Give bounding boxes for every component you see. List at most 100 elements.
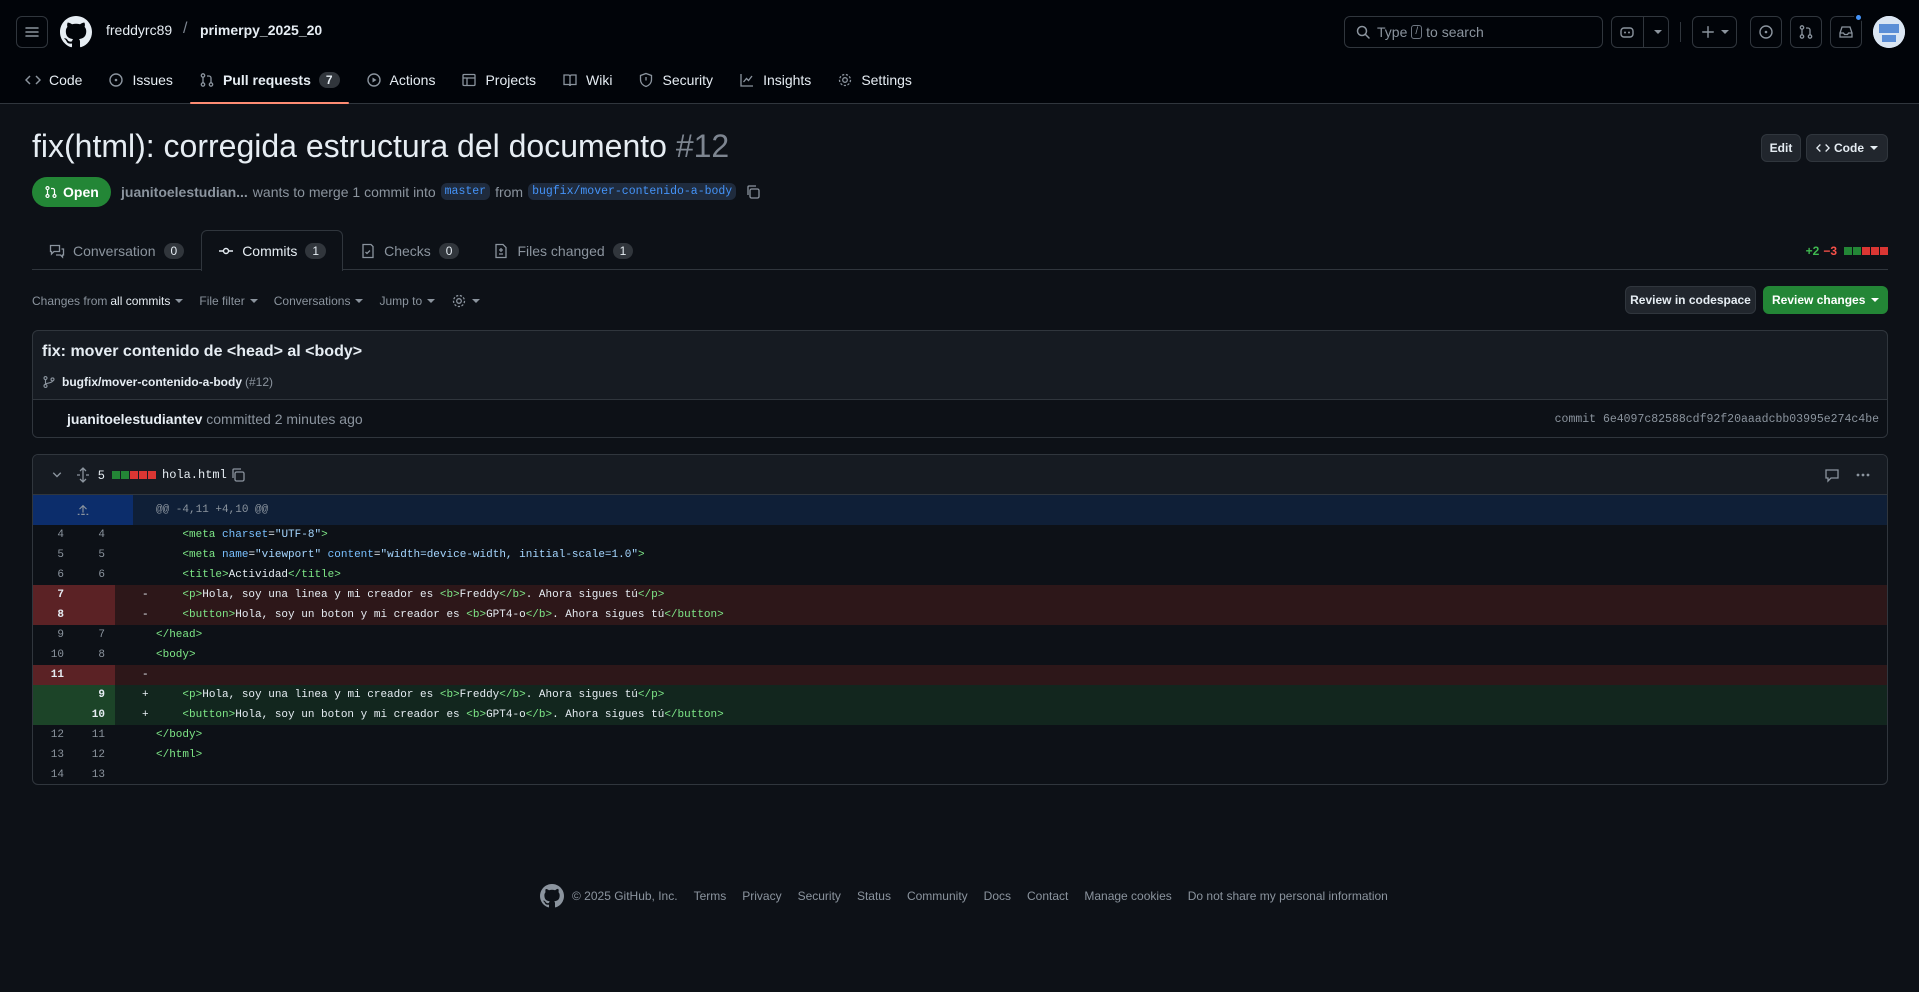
commit-author[interactable]: juanitoelestudiantev [67, 411, 202, 427]
counter-badge: 0 [438, 242, 460, 259]
old-line-number[interactable]: 7 [33, 585, 74, 605]
fold-up-icon [77, 504, 89, 515]
breadcrumb-repo[interactable]: primerpy_2025_20 [200, 22, 322, 38]
repo-nav-label: Wiki [586, 72, 613, 88]
commit-message[interactable]: fix: mover contenido de <head> al <body> [42, 343, 362, 361]
comment-icon[interactable] [1824, 467, 1840, 483]
new-line-number[interactable]: 9 [74, 685, 115, 705]
old-line-number[interactable]: 12 [33, 725, 74, 745]
old-line-number[interactable]: 14 [33, 765, 74, 784]
jump-to-dropdown[interactable]: Jump to [379, 294, 436, 308]
new-line-number[interactable]: 13 [74, 765, 115, 784]
diff-row-deletion: 7 - <p>Hola, soy una linea y mi creador e… [33, 585, 1887, 605]
code-button[interactable]: Code [1806, 134, 1888, 162]
old-line-number[interactable]: 4 [33, 525, 74, 545]
new-line-number[interactable]: 12 [74, 745, 115, 765]
base-branch[interactable]: master [440, 183, 491, 200]
avatar[interactable] [1873, 16, 1905, 48]
footer-link-community[interactable]: Community [907, 889, 968, 903]
diff-marker: + [142, 709, 149, 721]
tab-conversation[interactable]: Conversation 0 [32, 230, 201, 270]
github-logo-icon[interactable] [60, 16, 92, 48]
new-line-number[interactable] [74, 605, 115, 625]
repo-nav-settings[interactable]: Settings [828, 62, 921, 98]
new-line-number[interactable] [74, 585, 115, 605]
old-line-number[interactable]: 9 [33, 625, 74, 645]
new-line-number[interactable]: 8 [74, 645, 115, 665]
copy-icon[interactable] [230, 467, 246, 483]
changes-from-dropdown[interactable]: Changes from all commits [32, 294, 184, 308]
footer-link-terms[interactable]: Terms [694, 889, 727, 903]
copilot-button[interactable] [1611, 16, 1669, 48]
issues-button[interactable] [1750, 16, 1782, 48]
commit-sha[interactable]: commit 6e4097c82588cdf92f20aaadcbb03995e… [1555, 413, 1879, 426]
repo-nav-insights[interactable]: Insights [730, 62, 820, 98]
repo-nav-projects[interactable]: Projects [452, 62, 545, 98]
kebab-horizontal-icon[interactable] [1855, 467, 1871, 483]
tab-files-changed[interactable]: Files changed 1 [476, 230, 650, 270]
checklist-icon [362, 243, 374, 258]
repo-nav-code[interactable]: Code [16, 62, 91, 98]
review-changes-button[interactable]: Review changes [1763, 286, 1888, 314]
new-line-number[interactable]: 6 [74, 565, 115, 585]
pr-title-text: fix(html): corregida estructura del docu… [32, 128, 667, 164]
new-line-number[interactable]: 5 [74, 545, 115, 565]
new-line-number[interactable]: 4 [74, 525, 115, 545]
repo-nav-security[interactable]: Security [629, 62, 722, 98]
edit-button[interactable]: Edit [1761, 134, 1801, 162]
pr-author[interactable]: juanitoelestudian... [121, 184, 248, 200]
play-icon [366, 73, 381, 87]
repo-nav-actions[interactable]: Actions [357, 62, 445, 98]
footer-link-contact[interactable]: Contact [1027, 889, 1068, 903]
new-line-number[interactable]: 11 [74, 725, 115, 745]
diff-marker: - [142, 669, 149, 681]
conversations-dropdown[interactable]: Conversations [274, 294, 364, 308]
tab-commits[interactable]: Commits 1 [201, 230, 344, 271]
file-filter-dropdown[interactable]: File filter [199, 294, 258, 308]
diff-settings-dropdown[interactable] [451, 293, 481, 309]
repo-nav-pull-requests[interactable]: Pull requests 7 [189, 62, 349, 104]
pr-tabs: Conversation 0 Commits 1 Checks 0 Files change… [32, 230, 650, 271]
old-line-number[interactable]: 8 [33, 605, 74, 625]
footer-link-do-not-share-my-personal-information[interactable]: Do not share my personal information [1188, 889, 1388, 903]
diff-row-context: 44 <meta charset="UTF-8"> [33, 525, 1887, 545]
old-line-number[interactable]: 6 [33, 565, 74, 585]
create-new-button[interactable] [1692, 16, 1737, 48]
footer-link-status[interactable]: Status [857, 889, 891, 903]
copy-icon[interactable] [745, 184, 761, 200]
commit-pr-ref[interactable]: (#12) [245, 375, 273, 389]
old-line-number[interactable]: 10 [33, 645, 74, 665]
old-line-number[interactable]: 5 [33, 545, 74, 565]
changes-from-label: Changes from [32, 294, 108, 308]
new-line-number[interactable] [74, 665, 115, 685]
new-line-number[interactable]: 7 [74, 625, 115, 645]
file-name[interactable]: hola.html [162, 468, 227, 482]
tab-checks[interactable]: Checks 0 [343, 230, 476, 270]
pull-request-icon [200, 73, 214, 87]
search-input[interactable]: Type / to search [1344, 16, 1603, 48]
status-badge: Open [32, 177, 111, 207]
old-line-number[interactable] [33, 685, 74, 705]
footer-link-privacy[interactable]: Privacy [742, 889, 781, 903]
chevron-down-icon[interactable] [51, 469, 63, 481]
old-line-number[interactable]: 13 [33, 745, 74, 765]
new-line-number[interactable]: 10 [74, 705, 115, 725]
footer-link-security[interactable]: Security [798, 889, 841, 903]
old-line-number[interactable]: 11 [33, 665, 74, 685]
chevron-down-icon [1871, 298, 1879, 302]
expand-up-button[interactable] [33, 495, 133, 525]
footer-link-manage-cookies[interactable]: Manage cookies [1084, 889, 1171, 903]
repo-nav-issues[interactable]: Issues [99, 62, 181, 98]
github-mark-icon[interactable] [540, 884, 564, 908]
review-in-codespace-button[interactable]: Review in codespace [1625, 286, 1756, 314]
commit-branch-name[interactable]: bugfix/mover-contenido-a-body [62, 375, 242, 389]
pull-requests-button[interactable] [1790, 16, 1822, 48]
footer-link-docs[interactable]: Docs [984, 889, 1011, 903]
diff-row-addition: 9 + <p>Hola, soy una linea y mi creador e… [33, 685, 1887, 705]
repo-nav-wiki[interactable]: Wiki [553, 62, 621, 98]
old-line-number[interactable] [33, 705, 74, 725]
menu-button[interactable] [16, 16, 48, 48]
breadcrumb-owner[interactable]: freddyrc89 [106, 22, 172, 38]
head-branch[interactable]: bugfix/mover-contenido-a-body [528, 183, 737, 200]
unfold-icon[interactable] [75, 467, 91, 483]
